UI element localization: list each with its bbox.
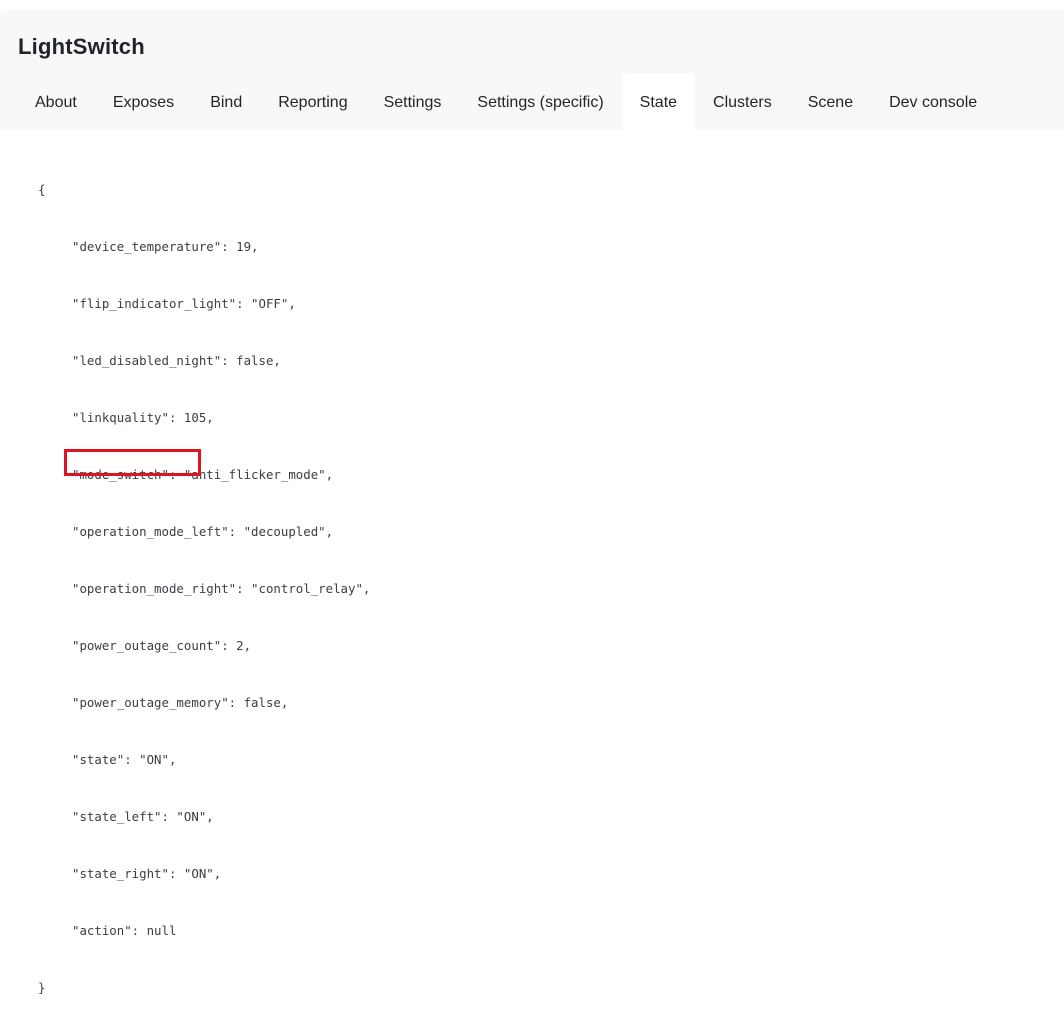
json-line-action: "action": null [72, 923, 177, 938]
json-line-state: "state": "ON", [72, 752, 177, 767]
tab-scene[interactable]: Scene [790, 73, 871, 130]
tab-exposes[interactable]: Exposes [95, 73, 192, 130]
tab-dev-console[interactable]: Dev console [871, 73, 995, 130]
tab-clusters[interactable]: Clusters [695, 73, 790, 130]
json-line-state-right: "state_right": "ON", [72, 866, 222, 881]
card-header: LightSwitch About Exposes Bind Reporting… [0, 10, 1064, 130]
json-open-brace: { [38, 182, 46, 197]
json-line-power-outage-memory: "power_outage_memory": false, [72, 695, 289, 710]
json-line-device-temperature: "device_temperature": 19, [72, 239, 259, 254]
tab-about[interactable]: About [18, 73, 95, 130]
json-line-linkquality: "linkquality": 105, [72, 410, 214, 425]
json-close-brace: } [38, 980, 46, 995]
tab-settings[interactable]: Settings [366, 73, 460, 130]
tab-settings-specific[interactable]: Settings (specific) [459, 73, 621, 130]
json-line-state-left: "state_left": "ON", [72, 809, 214, 824]
tab-reporting[interactable]: Reporting [260, 73, 365, 130]
tab-bind[interactable]: Bind [192, 73, 260, 130]
state-json-block: { "device_temperature": 19, "flip_indica… [38, 142, 370, 1010]
page-title: LightSwitch [18, 34, 145, 59]
json-line-led-disabled-night: "led_disabled_night": false, [72, 353, 281, 368]
tab-state[interactable]: State [621, 73, 696, 130]
json-line-mode-switch: "mode_switch": "anti_flicker_mode", [72, 467, 334, 482]
json-line-operation-mode-left: "operation_mode_left": "decoupled", [72, 524, 334, 539]
tab-bar: About Exposes Bind Reporting Settings Se… [18, 73, 995, 130]
json-line-power-outage-count: "power_outage_count": 2, [72, 638, 252, 653]
json-line-operation-mode-right: "operation_mode_right": "control_relay", [72, 581, 371, 596]
json-line-flip-indicator-light: "flip_indicator_light": "OFF", [72, 296, 296, 311]
